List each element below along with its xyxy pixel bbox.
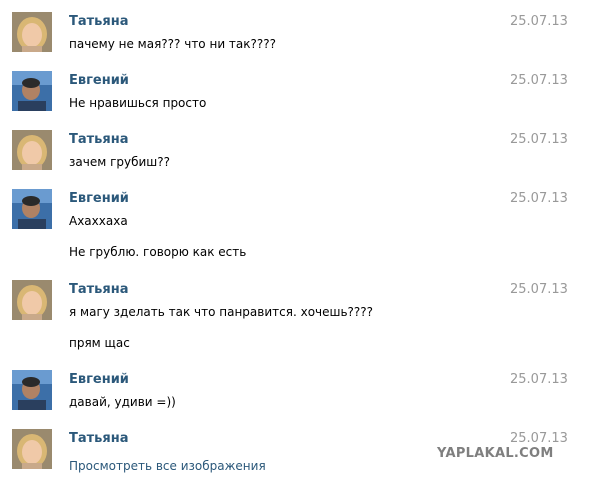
message-date: 25.07.13: [510, 73, 568, 88]
avatar-evgeniy[interactable]: [12, 370, 52, 410]
message-date: 25.07.13: [510, 132, 568, 147]
message-text: Не грублю. говорю как есть: [69, 245, 247, 259]
message-date: 25.07.13: [510, 372, 568, 387]
message-text: я магу зделать так что панравится. хочеш…: [69, 305, 374, 319]
avatar-tatiana[interactable]: [12, 280, 52, 320]
avatar-evgeniy[interactable]: [12, 189, 52, 229]
avatar-tatiana[interactable]: [12, 429, 52, 469]
message-date: 25.07.13: [510, 191, 568, 206]
message-author[interactable]: Татьяна: [69, 132, 129, 147]
message-text: давай, удиви =)): [69, 395, 176, 409]
message-author[interactable]: Евгений: [69, 191, 129, 206]
message-date: 25.07.13: [510, 431, 568, 446]
message-date: 25.07.13: [510, 282, 568, 297]
message-date: 25.07.13: [510, 14, 568, 29]
message-text: пачему не мая??? что ни так????: [69, 37, 276, 51]
message-text: зачем грубиш??: [69, 155, 171, 169]
avatar-evgeniy[interactable]: [12, 71, 52, 111]
view-all-images-link[interactable]: Просмотреть все изображения: [69, 459, 266, 473]
message-author[interactable]: Евгений: [69, 372, 129, 387]
avatar-tatiana[interactable]: [12, 130, 52, 170]
message-author[interactable]: Татьяна: [69, 282, 129, 297]
message-author[interactable]: Татьяна: [69, 431, 129, 446]
message-text: Не нравишься просто: [69, 96, 207, 110]
message-text: Ахаххаха: [69, 214, 128, 228]
message-author[interactable]: Евгений: [69, 73, 129, 88]
message-author[interactable]: Татьяна: [69, 14, 129, 29]
message-text: прям щас: [69, 336, 130, 350]
watermark: YAPLAKAL.COM: [437, 446, 554, 461]
avatar-tatiana[interactable]: [12, 12, 52, 52]
